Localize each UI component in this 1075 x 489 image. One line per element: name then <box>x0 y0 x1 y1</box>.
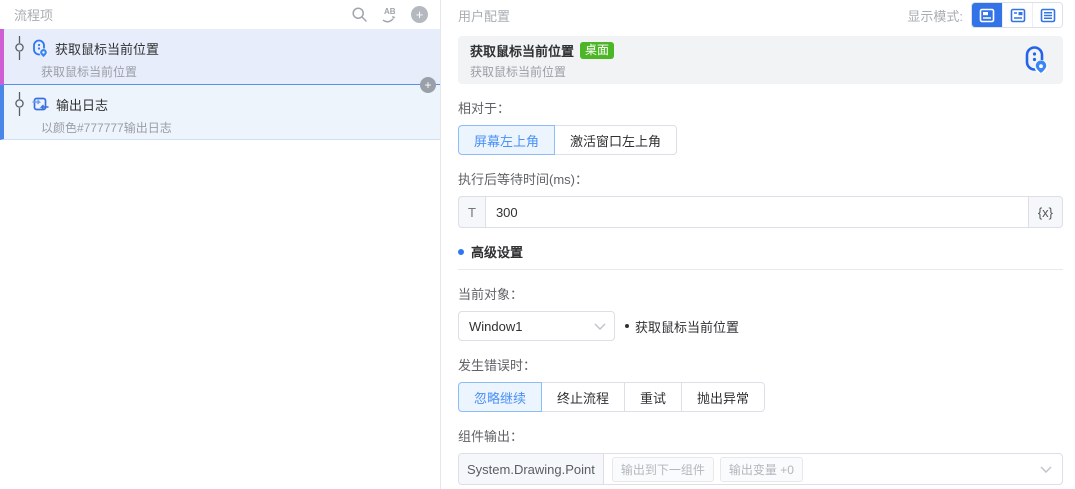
mouse-position-icon <box>32 39 48 57</box>
wait-time-input[interactable] <box>484 196 1029 228</box>
process-item-get-mouse-position[interactable]: 获取鼠标当前位置 获取鼠标当前位置 <box>0 29 440 85</box>
chevron-down-icon <box>594 322 606 330</box>
search-icon[interactable] <box>351 6 368 23</box>
error-throw-button[interactable]: 抛出异常 <box>681 382 766 412</box>
wait-time-label: 执行后等待时间(ms)： <box>458 172 588 187</box>
add-item-icon[interactable]: + <box>411 6 428 23</box>
bullet-icon <box>625 324 629 328</box>
advanced-settings-toggle[interactable]: 高级设置 <box>458 242 1063 261</box>
blue-dot-icon <box>458 248 464 255</box>
item-title: 输出日志 <box>56 97 109 113</box>
user-config-panel: 用户配置 显示模式: 获取鼠标当前位置 桌面 获取鼠标当前位置 相对于： 屏幕左… <box>441 0 1075 489</box>
display-mode-label: 显示模式: <box>907 8 963 24</box>
chevron-down-icon <box>1040 465 1062 473</box>
node-handle-icon[interactable] <box>14 36 25 60</box>
object-hint-text: 获取鼠标当前位置 <box>635 319 740 335</box>
user-config-title: 用户配置 <box>458 8 511 24</box>
item-subtitle: 获取鼠标当前位置 <box>41 65 138 79</box>
on-error-label: 发生错误时： <box>458 358 537 373</box>
divider <box>458 269 1063 270</box>
advanced-settings-label: 高级设置 <box>471 245 524 260</box>
display-mode-switcher <box>971 2 1063 28</box>
insert-item-icon[interactable]: + <box>420 77 436 93</box>
process-items-header: 流程项 AB + <box>0 0 440 29</box>
item-subtitle: 以颜色#777777输出日志 <box>41 121 172 135</box>
wait-time-input-group: T {x} <box>458 196 1063 228</box>
svg-text:AB: AB <box>384 7 396 16</box>
process-item-output-log[interactable]: 输出日志 以颜色#777777输出日志 <box>0 85 440 140</box>
output-variable-chip[interactable]: 输出变量 +0 <box>719 456 803 482</box>
display-mode-card-button[interactable] <box>972 3 1002 27</box>
component-summary-card: 获取鼠标当前位置 桌面 获取鼠标当前位置 <box>458 36 1063 84</box>
current-object-select[interactable]: Window1 <box>458 311 615 341</box>
process-items-panel: 流程项 AB + 获取鼠标当前位置 获取鼠标当前位置 + 输出日志 以颜色#77… <box>0 0 441 489</box>
component-output-group[interactable]: System.Drawing.Point 输出到下一组件 输出变量 +0 <box>458 453 1063 485</box>
output-next-component-chip[interactable]: 输出到下一组件 <box>611 456 714 482</box>
relative-label: 相对于： <box>458 101 511 116</box>
user-config-header: 用户配置 显示模式: <box>458 0 1063 30</box>
mouse-location-icon <box>1023 45 1049 75</box>
display-mode-list-button[interactable] <box>1032 3 1062 27</box>
error-retry-button[interactable]: 重试 <box>624 382 683 412</box>
relative-button-group: 屏幕左上角 激活窗口左上角 <box>458 125 1063 155</box>
text-type-addon[interactable]: T <box>458 196 485 228</box>
component-subtitle: 获取鼠标当前位置 <box>470 64 567 79</box>
app-window: 流程项 AB + 获取鼠标当前位置 获取鼠标当前位置 + 输出日志 以颜色#77… <box>0 0 1075 489</box>
error-ignore-button[interactable]: 忽略继续 <box>458 382 543 412</box>
output-log-icon <box>32 96 49 113</box>
item-title: 获取鼠标当前位置 <box>55 41 160 57</box>
on-error-button-group: 忽略继续 终止流程 重试 抛出异常 <box>458 382 1063 412</box>
display-mode-split-button[interactable] <box>1002 3 1032 27</box>
component-output-label: 组件输出： <box>458 429 524 444</box>
current-object-value: Window1 <box>469 318 523 334</box>
process-items-title: 流程项 <box>14 8 54 23</box>
batch-rename-icon[interactable]: AB <box>380 6 399 24</box>
expression-icon[interactable]: {x} <box>1028 196 1063 228</box>
output-type: System.Drawing.Point <box>459 454 604 484</box>
node-handle-icon[interactable] <box>14 92 25 116</box>
relative-screen-button[interactable]: 屏幕左上角 <box>458 125 556 155</box>
error-abort-button[interactable]: 终止流程 <box>541 382 626 412</box>
relative-window-button[interactable]: 激活窗口左上角 <box>554 125 678 155</box>
component-title: 获取鼠标当前位置 <box>470 43 575 59</box>
desktop-badge: 桌面 <box>580 41 615 59</box>
current-object-label: 当前对象： <box>458 287 524 302</box>
object-hint: 获取鼠标当前位置 <box>625 317 739 336</box>
